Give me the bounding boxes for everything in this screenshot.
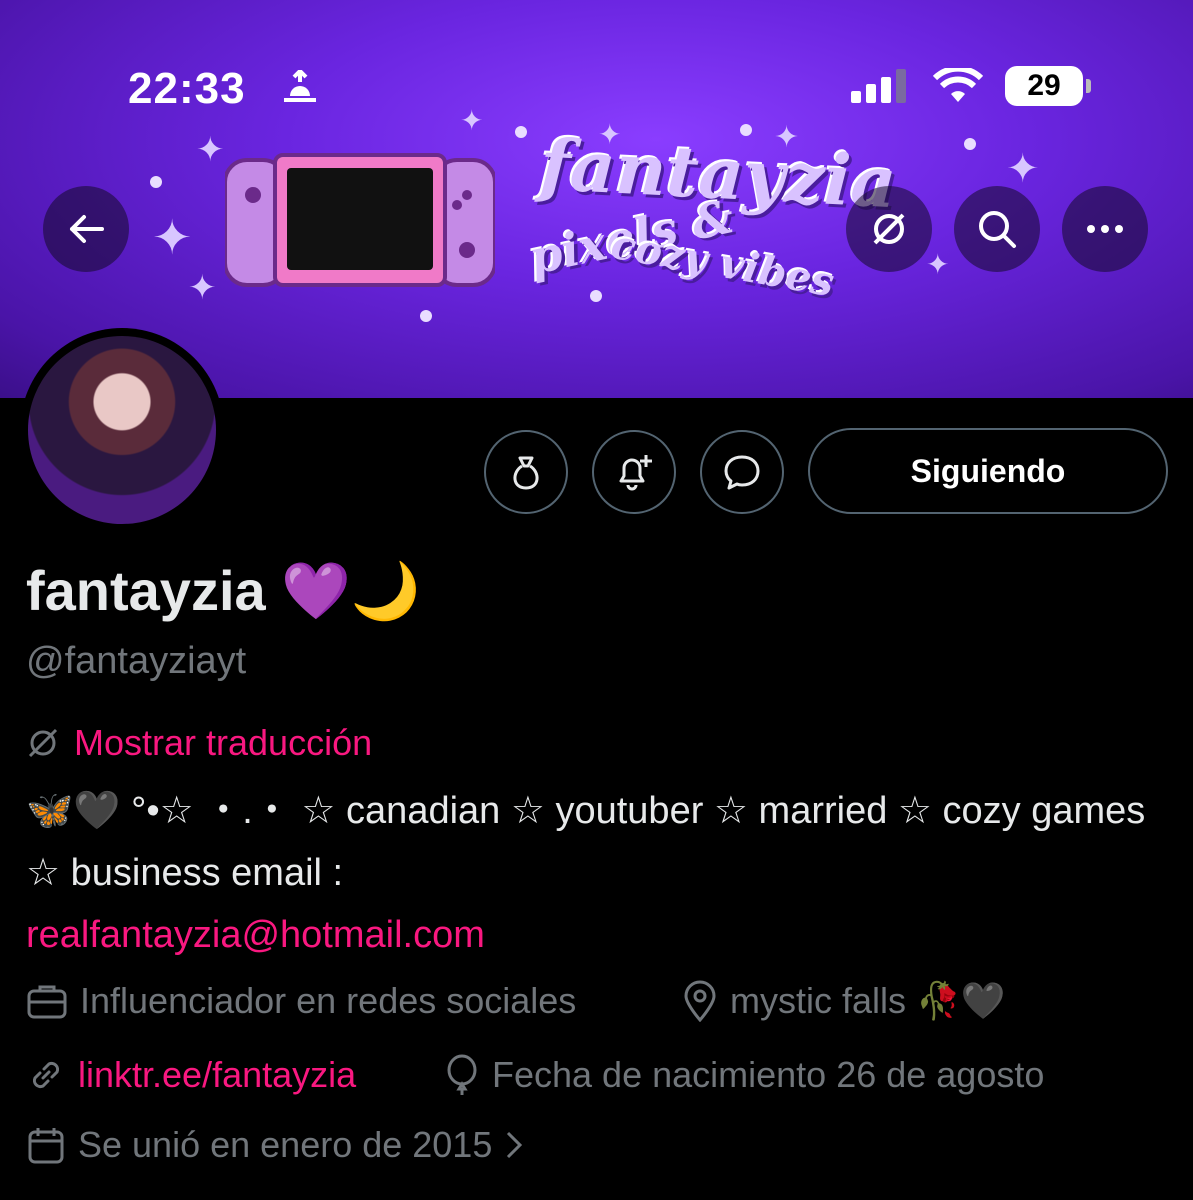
sparkle-icon: ✦ <box>1006 147 1040 191</box>
link-icon <box>32 1061 60 1089</box>
money-bag-icon <box>513 456 539 490</box>
profile-bio: 🦋🖤 °•☆ ・.・ ☆ canadian ☆ youtuber ☆ marri… <box>26 780 1166 966</box>
translate-banner-button[interactable] <box>846 186 932 272</box>
translate-icon <box>28 728 58 758</box>
category-item: Influenciador en redes sociales <box>26 980 576 1022</box>
location-item: mystic falls 🥀🖤 <box>682 980 1006 1022</box>
decorative-dot <box>740 124 752 136</box>
website-item[interactable]: linktr.ee/fantayzia <box>26 1054 356 1096</box>
status-time: 22:33 <box>128 64 246 113</box>
balloon-icon <box>447 1054 477 1095</box>
bio-email-link[interactable]: realfantayzia@hotmail.com <box>26 914 485 956</box>
notifications-button[interactable] <box>592 430 676 514</box>
wifi-icon <box>933 68 983 102</box>
decorative-dot <box>150 176 162 188</box>
avatar-image <box>28 336 216 524</box>
bio-text: 🦋🖤 °•☆ ・.・ ☆ canadian ☆ youtuber ☆ marri… <box>26 790 1146 894</box>
tip-button[interactable] <box>484 430 568 514</box>
joined-label: Se unió en enero de 2015 <box>78 1124 493 1165</box>
display-name: fantayzia 💜🌙 <box>26 559 421 622</box>
search-button[interactable] <box>954 186 1040 272</box>
following-button[interactable]: Siguiendo <box>808 428 1168 514</box>
sparkle-icon: ✦ <box>598 119 622 150</box>
translate-label: Mostrar traducción <box>74 722 373 763</box>
sparkle-icon: ✦ <box>774 121 800 154</box>
signal-icon <box>851 69 906 103</box>
show-translation-link[interactable]: Mostrar traducción <box>26 722 372 764</box>
chat-bubble-icon <box>724 455 760 490</box>
arrow-left-icon <box>70 215 104 243</box>
location-label: mystic falls 🥀🖤 <box>730 980 1006 1021</box>
calendar-icon <box>28 1128 64 1164</box>
decorative-dot <box>420 310 432 322</box>
sparkle-icon: ✦ <box>196 131 225 169</box>
sparkle-icon: ✦ <box>926 249 950 280</box>
sparkle-icon: ✦ <box>188 269 217 307</box>
birthday-item: Fecha de nacimiento 26 de agosto <box>444 1054 1044 1096</box>
profile-avatar[interactable] <box>20 328 224 532</box>
message-button[interactable] <box>700 430 784 514</box>
profile-banner[interactable]: 22:33 29 fantayzia pixels & cozy vibes ✦… <box>0 0 1193 398</box>
user-handle: @fantayziayt <box>26 640 247 682</box>
battery-indicator: 29 <box>1005 66 1091 106</box>
sunrise-icon <box>284 70 316 102</box>
sparkle-icon: ✦ <box>152 212 193 265</box>
chevron-right-icon <box>507 1131 523 1159</box>
bell-plus-icon <box>619 455 652 491</box>
more-options-button[interactable] <box>1062 186 1148 272</box>
search-icon <box>979 211 1016 248</box>
birthday-label: Fecha de nacimiento 26 de agosto <box>492 1054 1045 1095</box>
sparkle-icon: ✦ <box>460 105 484 136</box>
back-button[interactable] <box>43 186 129 272</box>
decorative-dot <box>515 126 527 138</box>
category-label: Influenciador en redes sociales <box>80 980 577 1021</box>
decorative-dot <box>964 138 976 150</box>
translate-icon <box>873 213 905 245</box>
joined-item[interactable]: Se unió en enero de 2015 <box>26 1124 524 1166</box>
location-pin-icon <box>684 980 716 1022</box>
briefcase-icon <box>27 985 67 1019</box>
decorative-dot <box>590 290 602 302</box>
website-link[interactable]: linktr.ee/fantayzia <box>78 1054 356 1096</box>
console-illustration <box>225 153 495 287</box>
more-dots-icon <box>1087 225 1123 233</box>
